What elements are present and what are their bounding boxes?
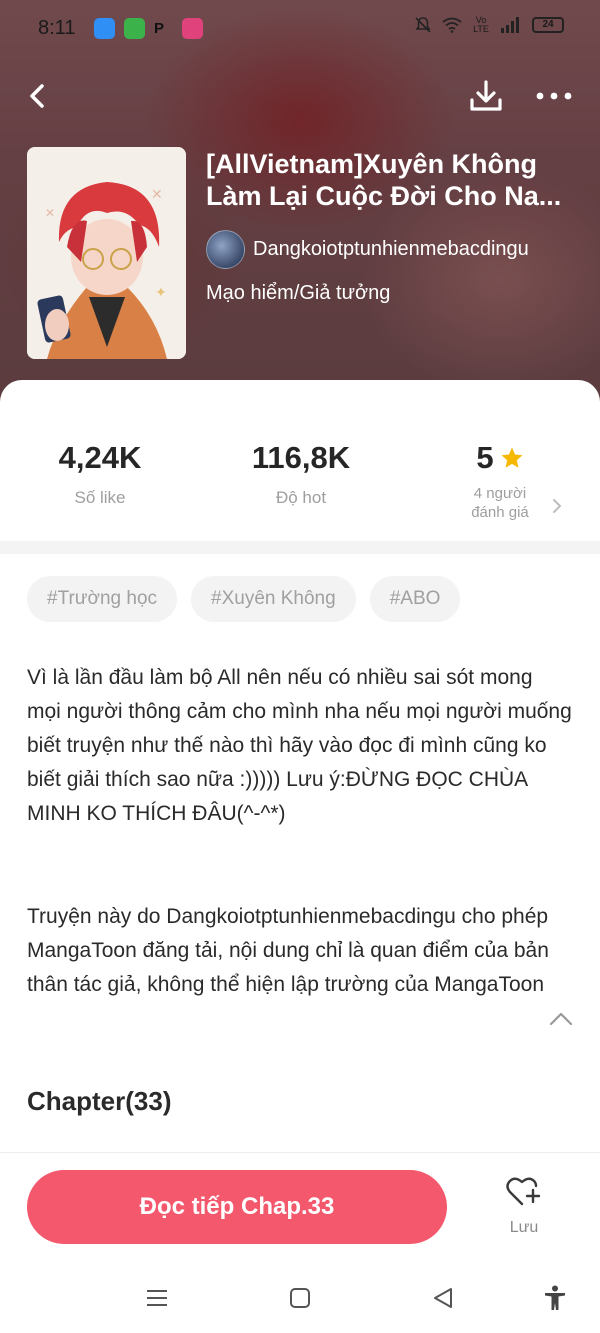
top-nav (0, 70, 600, 120)
status-indicators: Vo LTE 24 (414, 16, 564, 34)
stats-row: 4,24K Số like 116,8K Độ hot 5 4 người đá… (0, 440, 600, 535)
tag-chip[interactable]: #Xuyên Không (191, 576, 356, 622)
pay-app-icon: P (154, 20, 165, 37)
book-description: Vì là lần đầu làm bộ All nên nếu có nhiề… (27, 666, 572, 825)
author-avatar[interactable] (206, 230, 245, 269)
save-label: Lưu (509, 1219, 539, 1236)
tag-chip[interactable]: #ABO (369, 576, 461, 622)
save-button[interactable]: Lưu (494, 1176, 554, 1246)
continue-reading-button[interactable]: Đọc tiếp Chap.33 (27, 1170, 447, 1244)
tag-chip[interactable]: #Trường học (27, 576, 178, 622)
mute-bell-icon (415, 17, 431, 33)
svg-text:✕: ✕ (151, 186, 163, 202)
likes-label: Số like (74, 488, 126, 507)
download-button[interactable] (466, 76, 506, 116)
svg-text:✦: ✦ (155, 284, 167, 300)
download-icon (470, 80, 502, 111)
svg-text:✕: ✕ (45, 206, 55, 220)
more-dots-icon (536, 92, 572, 100)
author-row[interactable]: Dangkoiotptunhienmebacdingu (206, 230, 529, 269)
tag-list: #Trường học #Xuyên Không #ABO (27, 576, 461, 622)
network-type: Vo LTE (473, 15, 489, 34)
store-app-icon (124, 18, 145, 39)
hot-stat: 116,8K Độ hot (231, 440, 371, 508)
back-button[interactable] (20, 76, 56, 116)
chevron-right-icon[interactable] (550, 497, 564, 515)
rating-value-row: 5 (450, 440, 550, 476)
browser-app-icon (94, 18, 115, 39)
rating-value: 5 (476, 440, 494, 475)
likes-value: 4,24K (58, 440, 142, 475)
author-name[interactable]: Dangkoiotptunhienmebacdingu (253, 238, 529, 261)
accessibility-icon[interactable] (541, 1284, 569, 1312)
likes-stat: 4,24K Số like (40, 440, 160, 508)
rating-stat[interactable]: 5 4 người đánh giá (450, 440, 550, 522)
heart-plus-icon (506, 1177, 541, 1206)
more-button[interactable] (532, 76, 576, 116)
book-cover[interactable]: ✕ ✕ ✦ (27, 147, 186, 359)
status-bar: 8:11 P Vo LTE 24 (0, 0, 600, 58)
permission-note: Truyện này do Dangkoiotptunhienmebacding… (27, 905, 549, 996)
chapter-heading[interactable]: Chapter(33) (27, 1086, 171, 1117)
system-back-icon[interactable] (429, 1284, 457, 1312)
rating-count-line1: 4 người (473, 485, 527, 502)
book-genre[interactable]: Mạo hiểm/Giả tưởng (206, 282, 390, 305)
battery-icon: 24 (532, 17, 564, 33)
chevron-left-icon (30, 84, 44, 108)
book-title: [AllVietnam]Xuyên Không Làm Lại Cuộc Đời… (206, 149, 562, 211)
section-divider (0, 541, 600, 554)
wifi-icon (442, 17, 462, 33)
star-icon (501, 447, 523, 468)
system-navigation-bar (0, 1264, 600, 1333)
love-app-icon (182, 18, 203, 39)
menu-icon[interactable] (143, 1284, 171, 1312)
rating-count: 4 người đánh giá (450, 484, 550, 522)
hot-value: 116,8K (251, 440, 351, 475)
rating-count-line2: đánh giá (471, 504, 529, 521)
chevron-up-icon[interactable] (548, 1008, 574, 1030)
status-time: 8:11 (38, 17, 76, 39)
hot-label: Độ hot (275, 488, 327, 507)
signal-icon (501, 17, 519, 33)
cover-illustration: ✕ ✕ ✦ (27, 147, 186, 359)
home-icon[interactable] (286, 1284, 314, 1312)
